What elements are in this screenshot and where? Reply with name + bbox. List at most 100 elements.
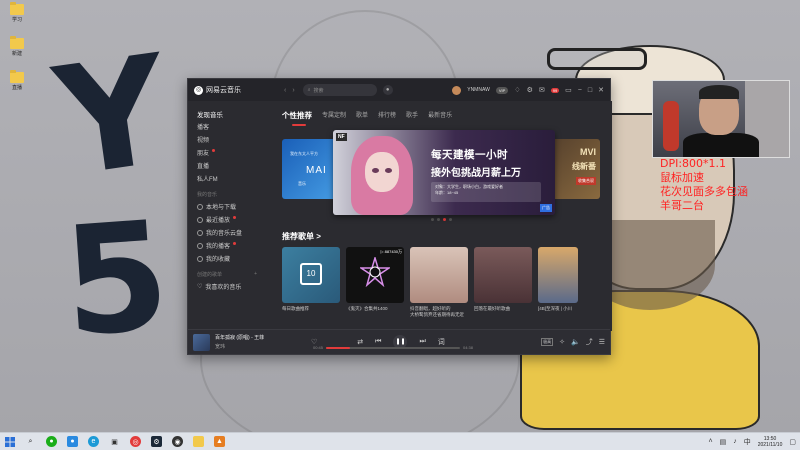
tab-charts[interactable]: 排行榜 xyxy=(378,110,396,123)
share-icon[interactable]: ⤴ xyxy=(586,337,593,347)
avatar[interactable] xyxy=(452,85,462,95)
folder-icon xyxy=(10,2,24,15)
section-title: 我的音乐 xyxy=(197,192,218,198)
clock[interactable]: 13:50 2021/11/10 xyxy=(758,436,783,448)
sidebar-item-liked[interactable]: ♡ 我喜欢的音乐 xyxy=(188,280,266,293)
mini-mode-icon[interactable]: ▭ xyxy=(565,86,572,94)
sidebar-item-cloud[interactable]: 我的音乐云盘 xyxy=(188,226,266,239)
progress-area: 00:45 04:38 xyxy=(313,345,473,350)
sidebar-item-fm[interactable]: 私人FM xyxy=(188,172,266,185)
steam-icon[interactable]: ⚙ xyxy=(151,436,162,447)
desktop-icon-folder[interactable]: 学习 xyxy=(4,2,30,23)
playlist-caption: 每日歌曲推荐 xyxy=(282,306,309,311)
chevron-up-icon[interactable]: ˄ xyxy=(709,438,713,445)
tab-personal[interactable]: 个性推荐 xyxy=(282,110,312,126)
tab-custom[interactable]: 专属定制 xyxy=(322,110,346,123)
windows-start-icon[interactable] xyxy=(4,436,15,447)
now-playing-cover[interactable] xyxy=(193,333,210,351)
section-title: 创建的歌单 xyxy=(197,272,223,278)
ad-banner[interactable]: NF 每天建模一小时 接外包挑战月薪上万 对象：大学生，职场小白，游戏爱好者 年… xyxy=(333,130,555,215)
maximize-icon[interactable]: □ xyxy=(588,87,592,94)
overlay-line: 鼠标加速 xyxy=(660,171,704,184)
banner-text: 收集合驭 xyxy=(576,177,596,185)
recommended-playlists-title[interactable]: 推荐歌单 > xyxy=(282,231,321,242)
app-logo[interactable]: ◎ 网易云音乐 xyxy=(194,85,284,95)
playlist-cover xyxy=(538,247,578,303)
search-placeholder: 搜索 xyxy=(313,87,324,94)
volume-icon[interactable]: 🔈 xyxy=(571,338,580,346)
tab-artists[interactable]: 歌手 xyxy=(406,110,418,123)
mic-icon[interactable]: ● xyxy=(382,85,393,95)
sidebar-item-friends[interactable]: 朋友 xyxy=(188,146,266,159)
desktop-icon-folder[interactable]: 新建 xyxy=(4,36,30,57)
banner-text: 我在东太人平方 xyxy=(290,151,318,156)
playlist-cover xyxy=(474,247,532,303)
desktop-icon-folder[interactable]: 直播 xyxy=(4,70,30,91)
playlist-card[interactable]: 回落在最好听歌曲 xyxy=(474,247,532,318)
close-icon[interactable]: ✕ xyxy=(598,86,604,94)
overlay-line: DPI:800*1.1 xyxy=(660,157,727,170)
sidebar-item-live[interactable]: 直播 xyxy=(188,159,266,172)
ad-tag: 广告 xyxy=(540,204,552,212)
folder-icon[interactable] xyxy=(193,436,204,447)
language-icon[interactable]: 中 xyxy=(744,437,751,447)
gear-icon[interactable]: ⚙ xyxy=(527,86,533,94)
sidebar-item-video[interactable]: 视频 xyxy=(188,133,266,146)
message-badge: 99 xyxy=(550,87,560,93)
search-input[interactable]: ⌕ 搜索 xyxy=(302,84,377,96)
sidebar-item-label: 直播 xyxy=(197,164,210,170)
playlist-icon[interactable]: ☰ xyxy=(599,338,605,346)
notification-icon[interactable]: ▢ xyxy=(789,438,796,446)
sidebar-item-label: 私人FM xyxy=(197,177,218,183)
tab-playlists[interactable]: 歌单 xyxy=(356,110,368,123)
username[interactable]: YNMNAW xyxy=(467,87,490,93)
now-playing-artist[interactable]: 宽玮 xyxy=(215,343,311,350)
now-playing-title[interactable]: 百年孤寂 (原唱) - 王菲 xyxy=(215,334,311,341)
effects-icon[interactable]: ✧ xyxy=(559,338,565,346)
carousel-dot[interactable] xyxy=(449,218,452,221)
nav-arrows: ‹ › xyxy=(284,87,295,94)
progress-bar[interactable] xyxy=(326,346,460,349)
notification-dot xyxy=(233,242,237,245)
playlist-card[interactable]: 10 每日歌曲推荐 xyxy=(282,247,340,318)
vip-badge[interactable]: VIP xyxy=(495,86,509,94)
back-arrow-icon[interactable]: ‹ xyxy=(284,87,286,94)
file-explorer-icon[interactable]: ▣ xyxy=(109,436,120,447)
netease-music-icon[interactable]: ◎ xyxy=(130,436,141,447)
network-icon[interactable]: ▤ xyxy=(720,438,727,446)
sidebar-item-podcast[interactable]: 播客 xyxy=(188,120,266,133)
sidebar-item-label: 我的收藏 xyxy=(206,257,231,263)
app-icon[interactable]: ▲ xyxy=(214,436,225,447)
quality-button[interactable]: 极高 xyxy=(541,338,554,346)
minimize-icon[interactable]: − xyxy=(578,87,582,94)
desktop-icon-label: 学习 xyxy=(11,17,22,23)
sidebar-item-local[interactable]: 本地与下载 xyxy=(188,200,266,213)
edge-browser-icon[interactable]: e xyxy=(88,436,99,447)
sidebar-item-favorites[interactable]: 我的收藏 xyxy=(188,252,266,265)
titlebar: ◎ 网易云音乐 ‹ › ⌕ 搜索 ● YNMNAW VIP ♢ ⚙ ✉ 99 ▭… xyxy=(188,79,610,101)
volume-icon[interactable]: ♪ xyxy=(733,438,737,445)
sidebar-item-discover[interactable]: 发现音乐 xyxy=(188,107,266,120)
add-playlist-button[interactable]: + xyxy=(254,271,257,278)
wechat-icon[interactable]: ● xyxy=(46,436,57,447)
sidebar-item-my-podcast[interactable]: 我的播客 xyxy=(188,239,266,252)
carousel-dot[interactable] xyxy=(431,218,434,221)
playlist-card[interactable]: ▷ 887430万 《鬼灭》合集共1400 xyxy=(346,247,404,318)
sidebar: 发现音乐 播客 视频 朋友 直播 私人FM 我的音乐 本地与下载 最近播放 我的… xyxy=(188,101,266,331)
shirt-icon[interactable]: ♢ xyxy=(514,86,520,94)
obs-icon[interactable]: ◉ xyxy=(172,436,183,447)
mail-icon[interactable]: ✉ xyxy=(539,86,545,94)
playlist-cover xyxy=(410,247,468,303)
time-total: 04:38 xyxy=(462,345,473,350)
tab-new-music[interactable]: 最新音乐 xyxy=(428,110,452,123)
tab-bar: 个性推荐 专属定制 歌单 排行榜 歌手 最新音乐 xyxy=(266,101,612,126)
now-playing-info: 百年孤寂 (原唱) - 王菲 宽玮 xyxy=(215,334,311,350)
search-icon[interactable]: ⌕ xyxy=(25,436,36,447)
sidebar-item-recent[interactable]: 最近播放 xyxy=(188,213,266,226)
carousel-dot[interactable] xyxy=(437,218,440,221)
playlist-card[interactable]: [4B]至深夜 | 小川 xyxy=(538,247,578,318)
carousel-dot-active[interactable] xyxy=(443,218,446,221)
app-icon[interactable]: ● xyxy=(67,436,78,447)
forward-arrow-icon[interactable]: › xyxy=(292,87,294,94)
playlist-card[interactable]: 抖音翻唱，超好听的 大桥鹭鸽弃还省期待再无近 xyxy=(410,247,468,318)
